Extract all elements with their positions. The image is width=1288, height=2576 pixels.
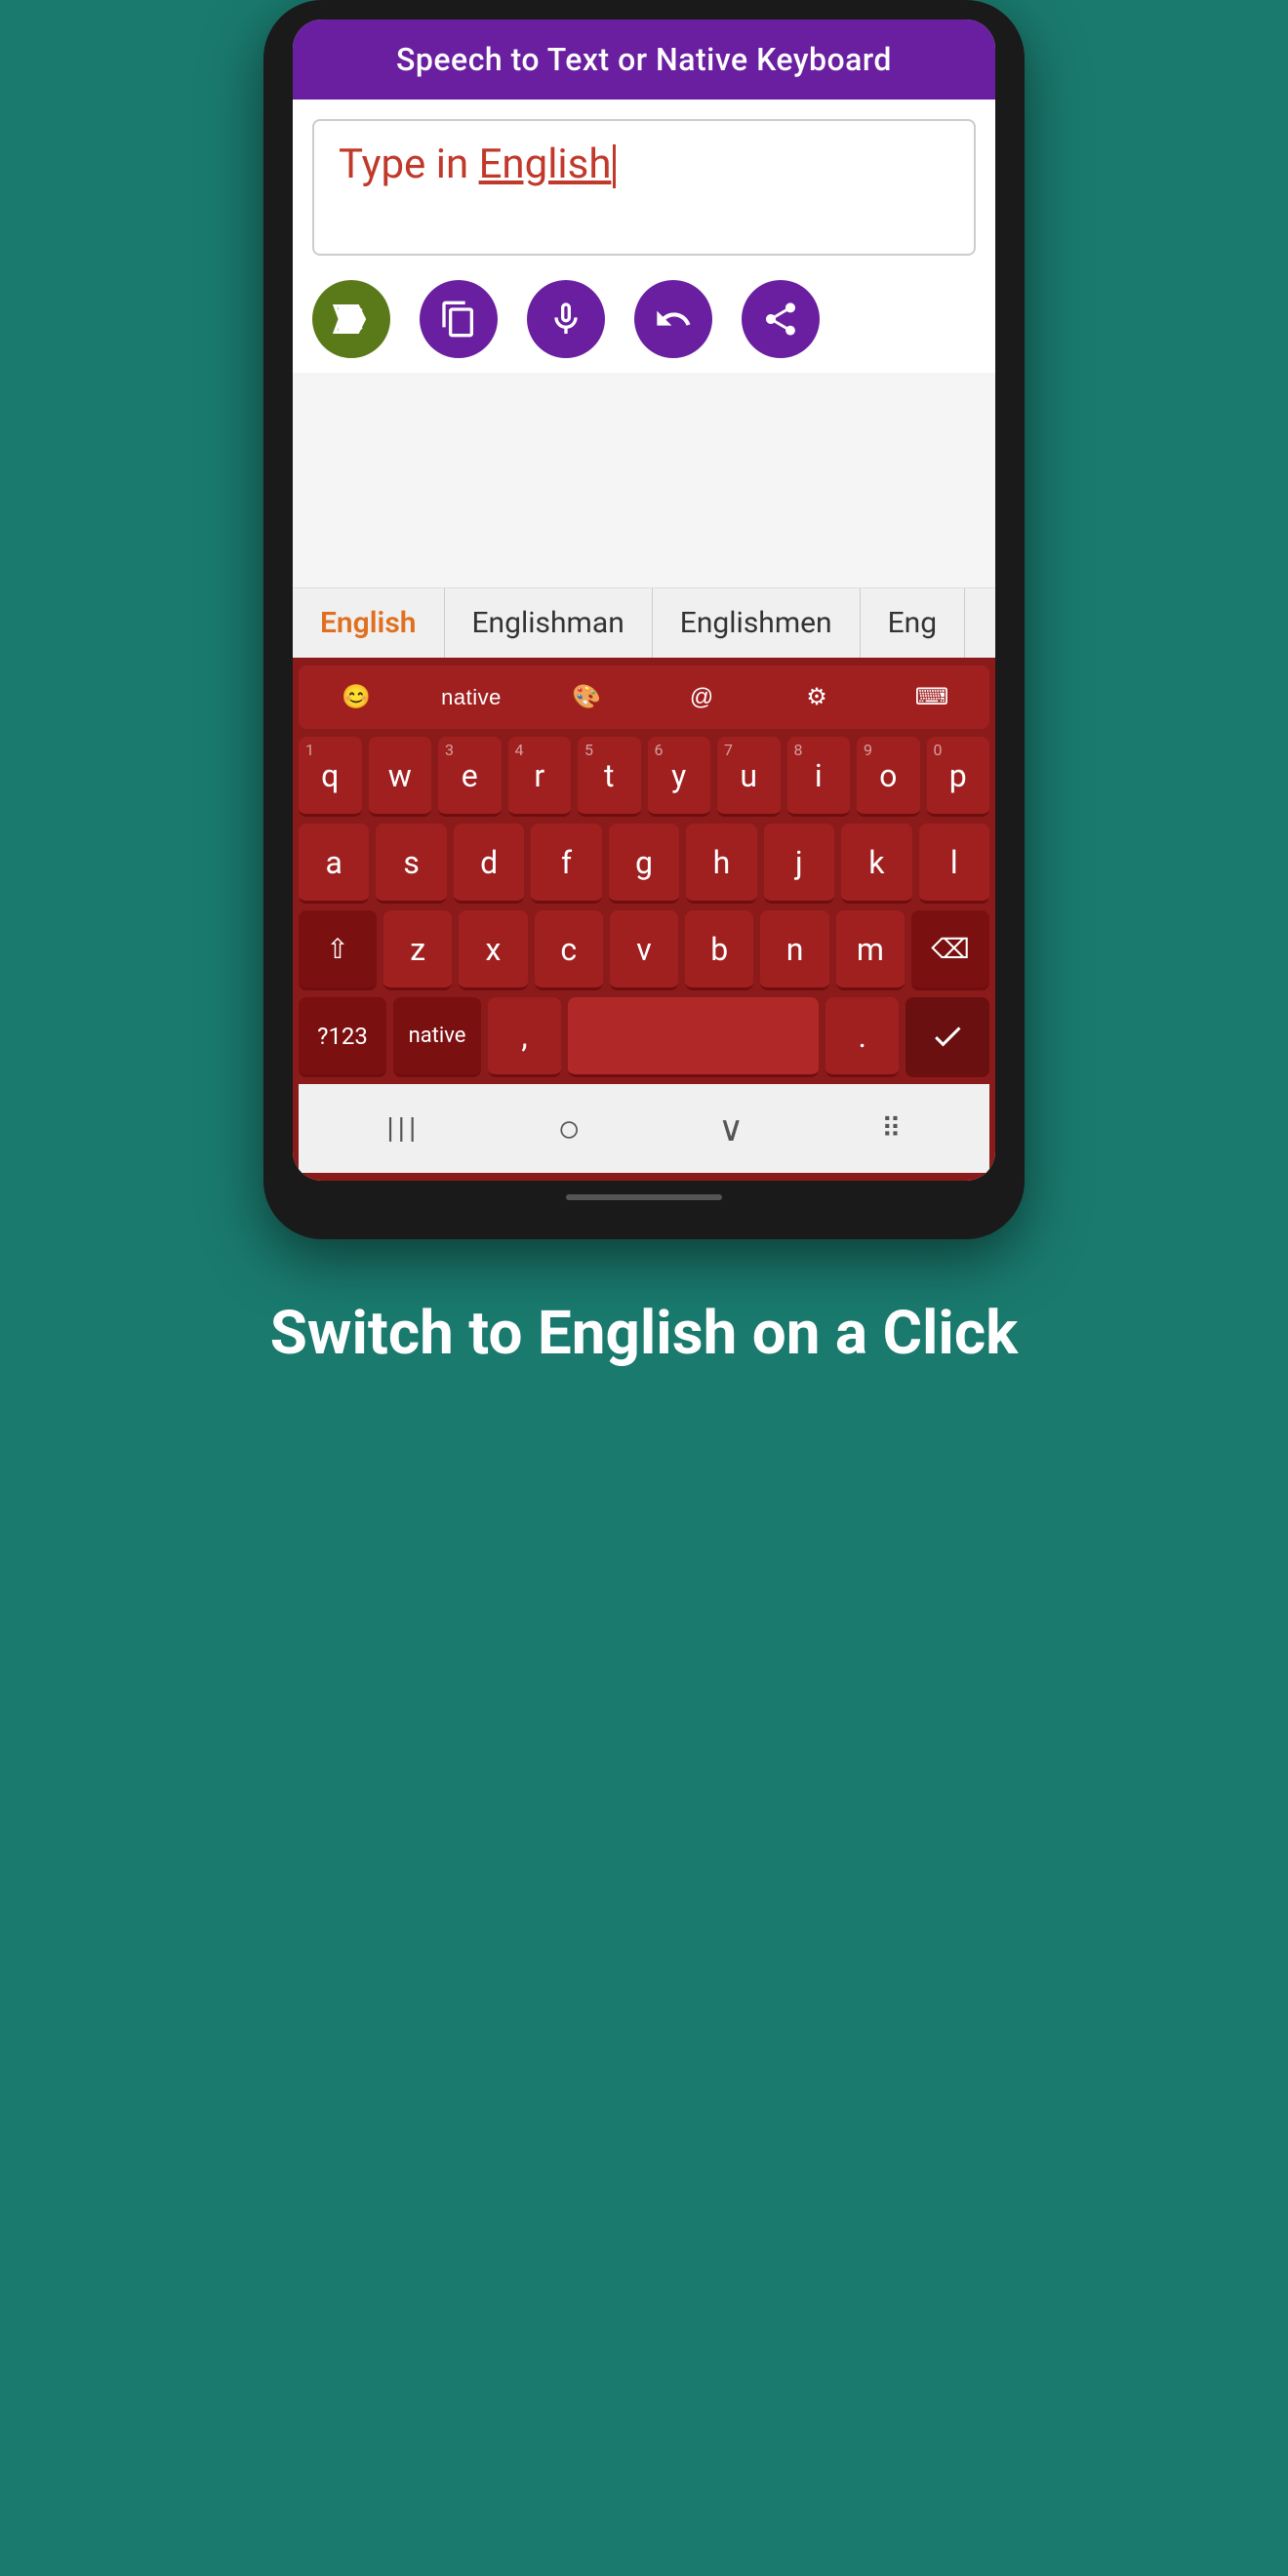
nav-home-btn[interactable]: ○ [557,1106,581,1151]
text-input-content: Type in English [339,141,949,188]
mic-button[interactable] [527,280,605,358]
at-btn[interactable]: @ [644,665,759,729]
delete-icon [332,300,371,339]
phone-frame: Speech to Text or Native Keyboard Type i… [263,0,1025,1239]
key-row-2: a s d f g h j k l [299,824,989,904]
delete-button[interactable] [312,280,390,358]
share-button[interactable] [742,280,820,358]
key-q[interactable]: 1q [299,737,362,817]
undo-button[interactable] [634,280,712,358]
nav-bar: ||| ○ ∨ ⠿ [299,1084,989,1173]
key-k[interactable]: k [841,824,911,904]
key-c[interactable]: c [535,910,603,990]
nav-grid-btn[interactable]: ⠿ [881,1112,902,1145]
app-header-title: Speech to Text or Native Keyboard [396,41,892,78]
key-shift[interactable]: ⇧ [299,910,377,990]
key-o[interactable]: 9o [857,737,920,817]
key-b[interactable]: b [685,910,753,990]
key-space[interactable] [568,997,819,1077]
key-row-1: 1q w 3e 4r 5t 6y 7u 8i 9o 0p [299,737,989,817]
key-l[interactable]: l [919,824,989,904]
key-done[interactable] [906,997,989,1077]
bottom-text: Switch to English on a Click [192,1239,1097,1409]
undo-icon [654,300,693,339]
keyboard: 😊 native 🎨 @ ⚙ ⌨ 1q w 3e 4r 5t 6y 7u 8i [293,658,995,1181]
keyboard-toolbar: 😊 native 🎨 @ ⚙ ⌨ [299,665,989,729]
key-e[interactable]: 3e [438,737,502,817]
native-toggle-btn[interactable]: native [414,665,529,729]
spacer-area [293,373,995,587]
mic-icon [546,300,585,339]
key-backspace[interactable]: ⌫ [911,910,989,990]
key-n[interactable]: n [760,910,828,990]
action-buttons [293,265,995,373]
share-icon [761,300,800,339]
copy-button[interactable] [420,280,498,358]
suggestion-eng[interactable]: Eng [861,588,965,658]
suggestions-bar: English Englishman Englishmen Eng [293,587,995,658]
text-input-area[interactable]: Type in English [312,119,976,256]
app-header: Speech to Text or Native Keyboard [293,20,995,100]
suggestion-englishman[interactable]: Englishman [445,588,653,658]
emoji-btn[interactable]: 😊 [299,665,414,729]
done-icon [930,1019,965,1054]
copy-icon [439,300,478,339]
key-j[interactable]: j [764,824,834,904]
key-comma[interactable]: , [488,997,561,1077]
key-w[interactable]: w [369,737,432,817]
theme-btn[interactable]: 🎨 [529,665,644,729]
text-prefix: Type in [339,141,479,188]
suggestion-englishmen[interactable]: Englishmen [653,588,861,658]
phone-container: Speech to Text or Native Keyboard Type i… [263,0,1025,1239]
key-y[interactable]: 6y [648,737,711,817]
nav-back-btn[interactable]: ||| [386,1111,420,1146]
key-z[interactable]: z [383,910,452,990]
key-s[interactable]: s [376,824,446,904]
text-cursor [613,144,616,188]
key-i[interactable]: 8i [787,737,851,817]
key-d[interactable]: d [454,824,524,904]
home-indicator [566,1194,722,1200]
key-u[interactable]: 7u [717,737,781,817]
suggestion-english[interactable]: English [293,588,445,658]
key-a[interactable]: a [299,824,369,904]
settings-btn[interactable]: ⚙ [759,665,874,729]
key-native[interactable]: native [393,997,481,1077]
key-r[interactable]: 4r [508,737,572,817]
key-period[interactable]: . [825,997,899,1077]
key-h[interactable]: h [686,824,756,904]
key-num-switch[interactable]: ?123 [299,997,386,1077]
key-p[interactable]: 0p [927,737,990,817]
key-row-3: ⇧ z x c v b n m ⌫ [299,910,989,990]
nav-recent-btn[interactable]: ∨ [718,1108,744,1149]
key-v[interactable]: v [610,910,678,990]
key-g[interactable]: g [609,824,679,904]
keyboard-switch-btn[interactable]: ⌨ [874,665,989,729]
text-language: English [479,141,612,188]
key-x[interactable]: x [459,910,527,990]
key-row-4: ?123 native , . [299,997,989,1077]
key-m[interactable]: m [836,910,905,990]
key-f[interactable]: f [531,824,601,904]
key-t[interactable]: 5t [578,737,641,817]
phone-screen: Speech to Text or Native Keyboard Type i… [293,20,995,1181]
